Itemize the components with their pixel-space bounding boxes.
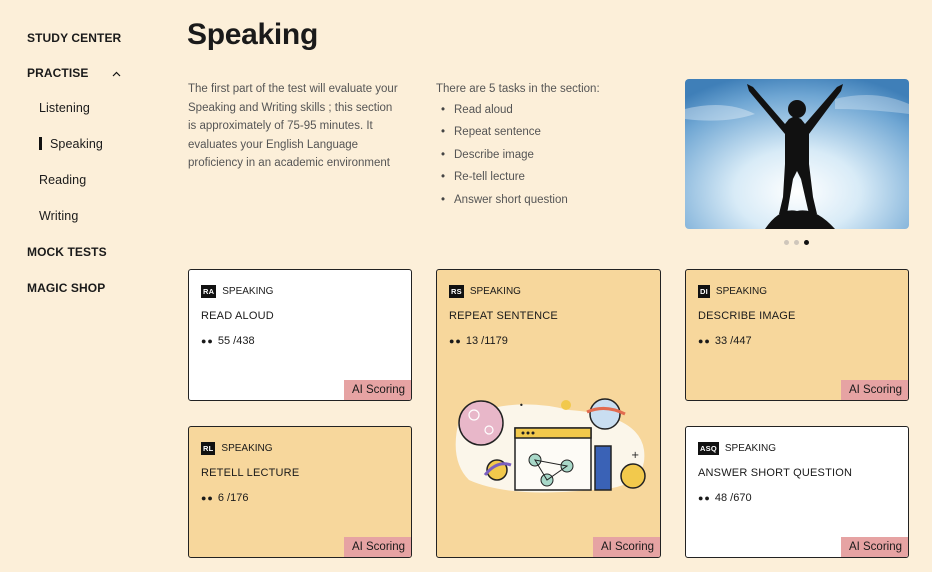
nav-speaking[interactable]: Speaking bbox=[39, 137, 103, 151]
card-title: ANSWER SHORT QUESTION bbox=[698, 467, 853, 479]
ai-scoring-tag: AI Scoring bbox=[343, 537, 411, 557]
card-badge: DI bbox=[698, 285, 710, 298]
card-badge: RS bbox=[449, 285, 464, 298]
nav-practise[interactable]: PRACTISE bbox=[27, 66, 121, 80]
section-intro: The first part of the test will evaluate… bbox=[188, 83, 398, 169]
ai-scoring-tag: AI Scoring bbox=[840, 537, 908, 557]
nav-reading[interactable]: Reading bbox=[39, 173, 86, 187]
card-read-aloud[interactable]: RA SPEAKING READ ALOUD ●● 55 /438 AI Scor… bbox=[188, 269, 412, 401]
nav-mock-tests[interactable]: MOCK TESTS bbox=[27, 245, 107, 259]
card-badge: ASQ bbox=[698, 442, 719, 455]
nav-writing[interactable]: Writing bbox=[39, 209, 78, 223]
chevron-up-icon[interactable] bbox=[112, 69, 121, 80]
page-title: Speaking bbox=[187, 18, 318, 51]
card-category: SPEAKING bbox=[724, 443, 776, 454]
card-title: READ ALOUD bbox=[201, 310, 274, 322]
card-answer-short-question[interactable]: ASQ SPEAKING ANSWER SHORT QUESTION ●● 48 … bbox=[685, 426, 909, 558]
task-item: Answer short question bbox=[436, 189, 666, 212]
hero-image bbox=[685, 79, 909, 229]
nav-magic-shop[interactable]: MAGIC SHOP bbox=[27, 281, 105, 295]
ai-scoring-tag: AI Scoring bbox=[840, 380, 908, 400]
task-item: Read aloud bbox=[436, 99, 666, 122]
card-progress: ●● 33 /447 bbox=[698, 335, 752, 347]
card-category: SPEAKING bbox=[715, 286, 768, 297]
card-header: ASQ SPEAKING bbox=[698, 442, 776, 455]
card-title: REPEAT SENTENCE bbox=[449, 310, 558, 322]
svg-text:+: + bbox=[631, 450, 639, 461]
nav-study-center[interactable]: STUDY CENTER bbox=[27, 31, 121, 45]
progress-dots: ●● bbox=[698, 493, 711, 503]
card-count: 6 /176 bbox=[217, 492, 249, 504]
card-header: DI SPEAKING bbox=[698, 285, 767, 298]
card-badge: RA bbox=[201, 285, 217, 298]
card-describe-image[interactable]: DI SPEAKING DESCRIBE IMAGE ●● 33 /447 AI … bbox=[685, 269, 909, 401]
ai-scoring-tag: AI Scoring bbox=[592, 537, 660, 557]
tasks-heading: There are 5 tasks in the section: bbox=[436, 83, 600, 95]
carousel-dots bbox=[784, 240, 809, 245]
card-title: DESCRIBE IMAGE bbox=[698, 310, 796, 322]
card-header: RA SPEAKING bbox=[201, 285, 273, 298]
task-item: Describe image bbox=[436, 144, 666, 167]
nav-practise-label: PRACTISE bbox=[27, 66, 89, 80]
card-repeat-sentence[interactable]: RS SPEAKING REPEAT SENTENCE ●● 13 /1179 +… bbox=[436, 269, 661, 558]
card-progress: ●● 48 /670 bbox=[698, 492, 752, 504]
nav-listening[interactable]: Listening bbox=[39, 101, 90, 115]
card-title: RETELL LECTURE bbox=[201, 467, 300, 479]
progress-dots: ●● bbox=[201, 493, 214, 503]
svg-text:•: • bbox=[519, 401, 524, 410]
card-count: 55 /438 bbox=[217, 335, 255, 347]
task-item: Repeat sentence bbox=[436, 121, 666, 144]
card-progress: ●● 55 /438 bbox=[201, 335, 255, 347]
carousel-dot[interactable] bbox=[784, 240, 789, 245]
card-count: 13 /1179 bbox=[465, 335, 508, 347]
sidebar: STUDY CENTER PRACTISE Listening Speaking… bbox=[0, 0, 160, 572]
card-badge: RL bbox=[201, 442, 216, 455]
card-retell-lecture[interactable]: RL SPEAKING RETELL LECTURE ●● 6 /176 AI S… bbox=[188, 426, 412, 558]
progress-dots: ●● bbox=[449, 336, 462, 346]
card-category: SPEAKING bbox=[222, 286, 274, 297]
card-header: RL SPEAKING bbox=[201, 442, 273, 455]
progress-dots: ●● bbox=[698, 336, 711, 346]
card-count: 48 /670 bbox=[714, 492, 752, 504]
ai-scoring-tag: AI Scoring bbox=[343, 380, 411, 400]
nav-speaking-label: Speaking bbox=[50, 137, 103, 151]
carousel-dot[interactable] bbox=[794, 240, 799, 245]
tasks-summary: There are 5 tasks in the section: Read a… bbox=[436, 80, 666, 211]
space-illustration: + • bbox=[449, 390, 649, 500]
card-count: 33 /447 bbox=[714, 335, 752, 347]
task-list: Read aloud Repeat sentence Describe imag… bbox=[436, 99, 666, 212]
card-category: SPEAKING bbox=[221, 443, 273, 454]
card-progress: ●● 6 /176 bbox=[201, 492, 248, 504]
card-progress: ●● 13 /1179 bbox=[449, 335, 508, 347]
carousel-dot-active[interactable] bbox=[804, 240, 809, 245]
active-indicator bbox=[39, 137, 42, 150]
progress-dots: ●● bbox=[201, 336, 214, 346]
card-category: SPEAKING bbox=[469, 286, 521, 297]
task-item: Re-tell lecture bbox=[436, 166, 666, 189]
card-header: RS SPEAKING bbox=[449, 285, 521, 298]
